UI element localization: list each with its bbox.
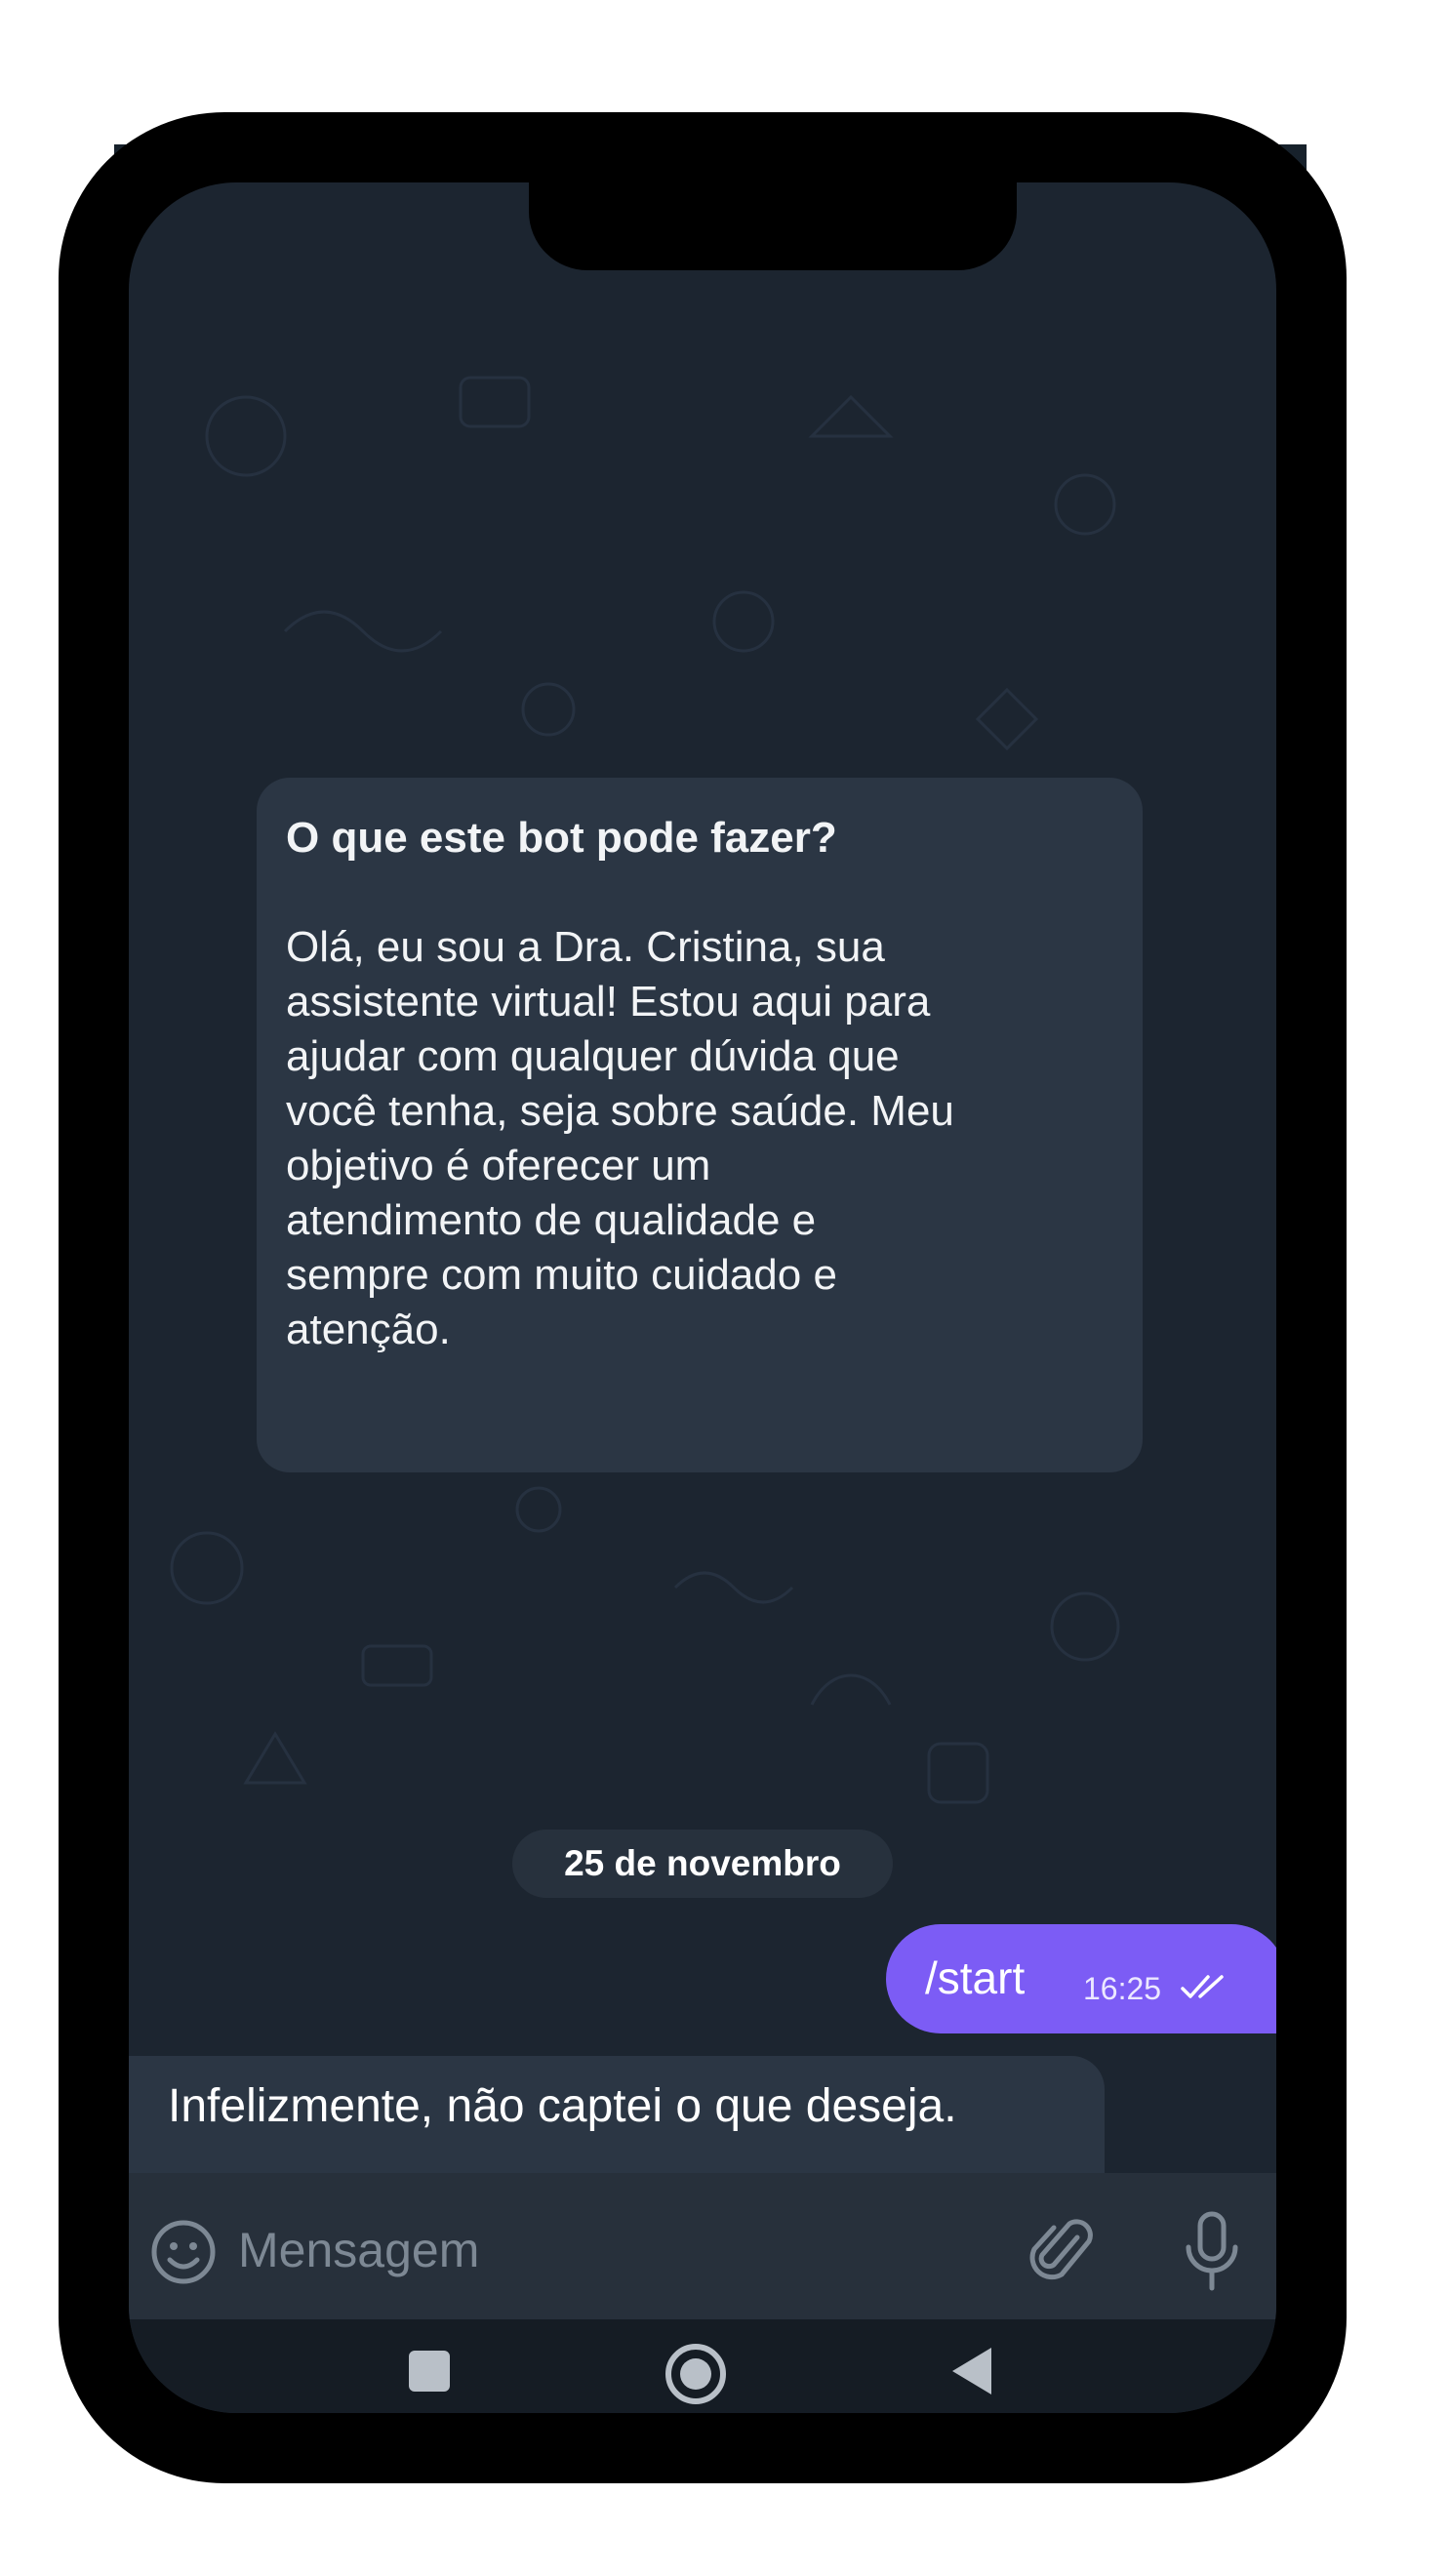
outgoing-message-text: /start [925, 1952, 1026, 2003]
outgoing-message-bubble[interactable]: /start 16:25 [886, 1924, 1276, 2033]
description-line: objetivo é oferecer um [286, 1142, 711, 1189]
message-input[interactable] [238, 2216, 941, 2284]
phone-notch [529, 182, 1017, 270]
home-icon[interactable] [661, 2339, 731, 2409]
date-separator: 25 de novembro [512, 1830, 893, 1898]
double-check-icon [1181, 1975, 1224, 1998]
back-icon[interactable] [948, 2344, 995, 2398]
emoji-icon[interactable] [148, 2217, 219, 2287]
android-navigation-bar [129, 2319, 1276, 2413]
description-line: ajudar com qualquer dúvida que [286, 1032, 900, 1080]
incoming-message-bubble[interactable]: Infelizmente, não captei o que deseja. [129, 2056, 1105, 2173]
incoming-message-text: Infelizmente, não captei o que deseja. [168, 2080, 957, 2132]
message-timestamp: 16:25 [1083, 1971, 1162, 2006]
chat-screen: O que este bot pode fazer? Olá, eu sou a… [129, 182, 1276, 2413]
bot-description-text: Olá, eu sou a Dra. Cristina, sua assiste… [286, 920, 1113, 1357]
microphone-icon[interactable] [1181, 2210, 1243, 2294]
message-composer [129, 2173, 1276, 2319]
phone-frame: O que este bot pode fazer? Olá, eu sou a… [59, 112, 1347, 2483]
description-line: atendimento de qualidade e [286, 1196, 817, 1244]
bot-description-card: O que este bot pode fazer? Olá, eu sou a… [257, 778, 1143, 1472]
description-line: atenção. [286, 1306, 451, 1353]
paperclip-icon[interactable] [1026, 2212, 1099, 2292]
bot-description-title: O que este bot pode fazer? [286, 814, 837, 862]
description-line: assistente virtual! Estou aqui para [286, 978, 931, 1026]
description-line: você tenha, seja sobre saúde. Meu [286, 1087, 954, 1135]
recent-apps-icon[interactable] [407, 2349, 452, 2394]
description-line: sempre com muito cuidado e [286, 1251, 837, 1299]
description-line: Olá, eu sou a Dra. Cristina, sua [286, 923, 885, 971]
